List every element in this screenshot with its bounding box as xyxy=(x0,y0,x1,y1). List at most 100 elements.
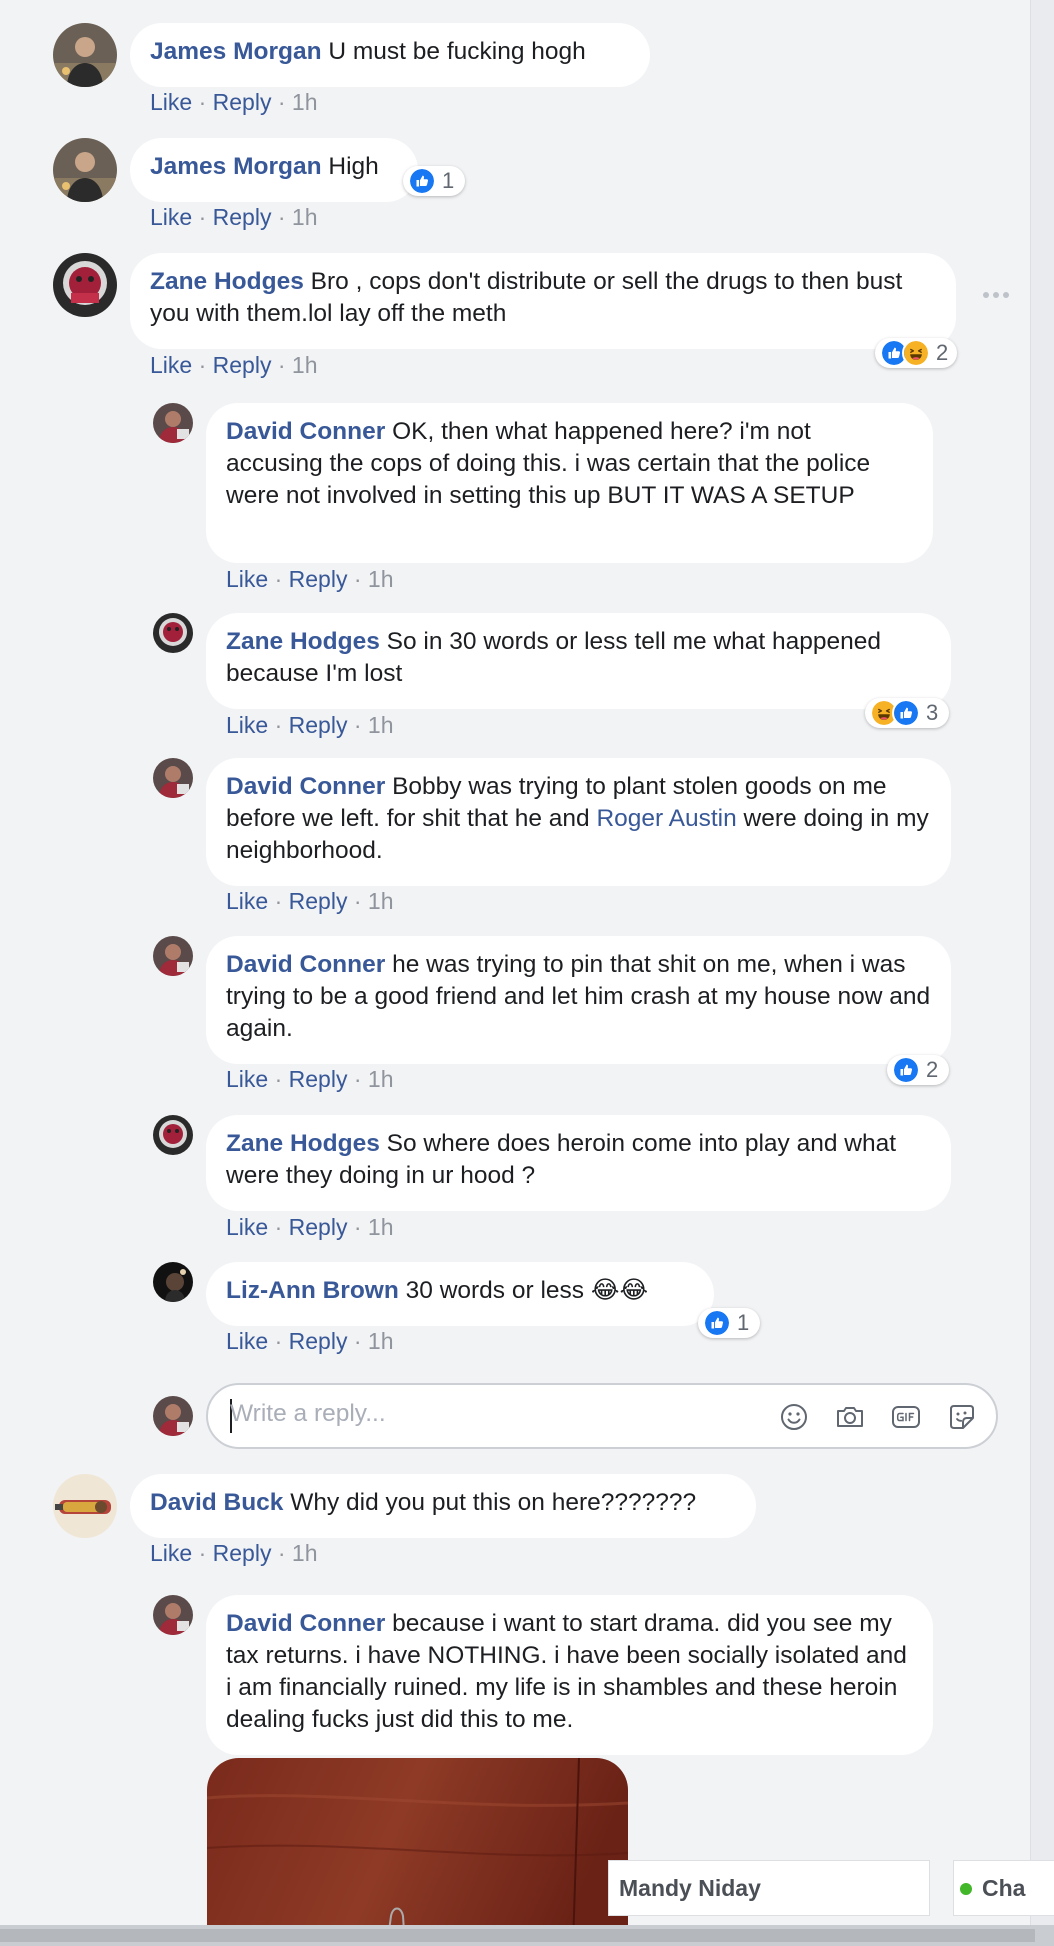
comment-time[interactable]: 1h xyxy=(368,566,394,592)
comment-bubble: David Conner Bobby was trying to plant s… xyxy=(206,758,951,886)
comment-actions: Like · Reply · 1h xyxy=(150,1540,318,1566)
comment-time[interactable]: 1h xyxy=(292,352,318,378)
like-link[interactable]: Like xyxy=(226,1328,268,1354)
reaction-summary[interactable]: 1 xyxy=(698,1308,760,1338)
reaction-summary[interactable]: 3 xyxy=(865,698,949,728)
comment-author[interactable]: Liz-Ann Brown xyxy=(226,1277,399,1304)
comment-author[interactable]: James Morgan xyxy=(150,153,322,180)
reply-link[interactable]: Reply xyxy=(289,566,348,592)
avatar[interactable] xyxy=(153,403,193,443)
more-options-icon[interactable] xyxy=(982,290,1010,300)
avatar[interactable] xyxy=(153,758,193,798)
reply-link[interactable]: Reply xyxy=(213,352,272,378)
chat-tab-mandy-niday[interactable]: Mandy Niday xyxy=(608,1860,930,1916)
reply-link[interactable]: Reply xyxy=(213,1540,272,1566)
comments-panel: James Morgan U must be fucking hogh Like… xyxy=(0,0,1031,1946)
horizontal-scrollbar[interactable] xyxy=(0,1925,1054,1946)
reply-link[interactable]: Reply xyxy=(213,204,272,230)
comment-bubble: Zane Hodges Bro , cops don't distribute … xyxy=(130,253,956,349)
reaction-count: 2 xyxy=(936,340,949,365)
comment-text: High xyxy=(328,153,379,180)
like-reaction-icon xyxy=(703,1309,731,1337)
comment-bubble: James Morgan High xyxy=(130,138,418,202)
comment-author[interactable]: James Morgan xyxy=(150,38,322,65)
avatar[interactable] xyxy=(153,936,193,976)
comment-author[interactable]: David Conner xyxy=(226,773,385,800)
comment-text: Why did you put this on here??????? xyxy=(290,1489,697,1516)
reaction-summary[interactable]: 2 xyxy=(875,338,957,368)
online-dot-icon xyxy=(960,1883,972,1895)
chat-sidebar-label: Cha xyxy=(982,1874,1026,1901)
comment-time[interactable]: 1h xyxy=(368,888,394,914)
chat-sidebar-button[interactable]: Cha xyxy=(953,1860,1054,1916)
gif-icon[interactable] xyxy=(890,1401,922,1433)
comment-actions: Like · Reply · 1h xyxy=(226,1066,394,1092)
comment-text: 30 words or less xyxy=(405,1277,585,1304)
avatar[interactable] xyxy=(53,23,117,87)
like-reaction-icon xyxy=(408,167,436,195)
emoji-text: 😂😂 xyxy=(590,1277,649,1304)
comment-actions: Like · Reply · 1h xyxy=(150,352,318,378)
scrollbar-thumb[interactable] xyxy=(0,1929,1035,1942)
comment-photo[interactable] xyxy=(207,1758,628,1946)
like-link[interactable]: Like xyxy=(150,89,192,115)
mention-link[interactable]: Roger Austin xyxy=(596,805,736,832)
camera-icon[interactable] xyxy=(834,1401,866,1433)
my-avatar[interactable] xyxy=(153,1396,193,1436)
like-link[interactable]: Like xyxy=(150,204,192,230)
reaction-count: 3 xyxy=(926,700,939,725)
emoji-icon[interactable] xyxy=(778,1401,810,1433)
comment-author[interactable]: David Conner xyxy=(226,418,385,445)
avatar[interactable] xyxy=(153,1595,193,1635)
avatar[interactable] xyxy=(53,138,117,202)
avatar[interactable] xyxy=(153,1262,193,1302)
comment-bubble: David Conner OK, then what happened here… xyxy=(206,403,933,563)
comment-author[interactable]: David Conner xyxy=(226,951,385,978)
avatar[interactable] xyxy=(53,253,117,317)
comment-time[interactable]: 1h xyxy=(368,1214,394,1240)
chat-tab-name: Mandy Niday xyxy=(619,1874,761,1901)
comment-time[interactable]: 1h xyxy=(368,1328,394,1354)
reply-link[interactable]: Reply xyxy=(289,1214,348,1240)
reply-placeholder: Write a reply... xyxy=(230,1400,386,1427)
comment-time[interactable]: 1h xyxy=(292,1540,318,1566)
like-link[interactable]: Like xyxy=(226,1066,268,1092)
comment-author[interactable]: Zane Hodges xyxy=(226,628,380,655)
like-link[interactable]: Like xyxy=(150,1540,192,1566)
like-link[interactable]: Like xyxy=(226,566,268,592)
reply-link[interactable]: Reply xyxy=(289,888,348,914)
comment-actions: Like · Reply · 1h xyxy=(226,1214,394,1240)
like-link[interactable]: Like xyxy=(226,1214,268,1240)
comment-time[interactable]: 1h xyxy=(292,89,318,115)
comment-author[interactable]: David Buck xyxy=(150,1489,283,1516)
like-link[interactable]: Like xyxy=(226,712,268,738)
comment-author[interactable]: Zane Hodges xyxy=(226,1130,380,1157)
reply-link[interactable]: Reply xyxy=(213,89,272,115)
avatar[interactable] xyxy=(53,1474,117,1538)
sticker-icon[interactable] xyxy=(946,1401,978,1433)
comment-author[interactable]: David Conner xyxy=(226,1610,385,1637)
reply-link[interactable]: Reply xyxy=(289,712,348,738)
comment-time[interactable]: 1h xyxy=(292,204,318,230)
comment-actions: Like · Reply · 1h xyxy=(226,888,394,914)
reaction-summary[interactable]: 1 xyxy=(403,166,465,196)
avatar[interactable] xyxy=(153,613,193,653)
reply-link[interactable]: Reply xyxy=(289,1066,348,1092)
comment-bubble: James Morgan U must be fucking hogh xyxy=(130,23,650,87)
comment-bubble: Liz-Ann Brown 30 words or less 😂😂 xyxy=(206,1262,714,1326)
avatar[interactable] xyxy=(153,1115,193,1155)
reaction-summary[interactable]: 2 xyxy=(887,1055,949,1085)
comment-actions: Like · Reply · 1h xyxy=(226,712,394,738)
reply-link[interactable]: Reply xyxy=(289,1328,348,1354)
comment-text: U must be fucking hogh xyxy=(328,38,586,65)
comment-bubble: David Buck Why did you put this on here?… xyxy=(130,1474,756,1538)
comment-author[interactable]: Zane Hodges xyxy=(150,268,304,295)
like-link[interactable]: Like xyxy=(226,888,268,914)
reply-input[interactable]: Write a reply... xyxy=(206,1383,998,1449)
like-link[interactable]: Like xyxy=(150,352,192,378)
reaction-count: 2 xyxy=(926,1057,939,1082)
comment-time[interactable]: 1h xyxy=(368,1066,394,1092)
reaction-count: 1 xyxy=(737,1310,750,1335)
comment-time[interactable]: 1h xyxy=(368,712,394,738)
comment-actions: Like · Reply · 1h xyxy=(150,204,318,230)
